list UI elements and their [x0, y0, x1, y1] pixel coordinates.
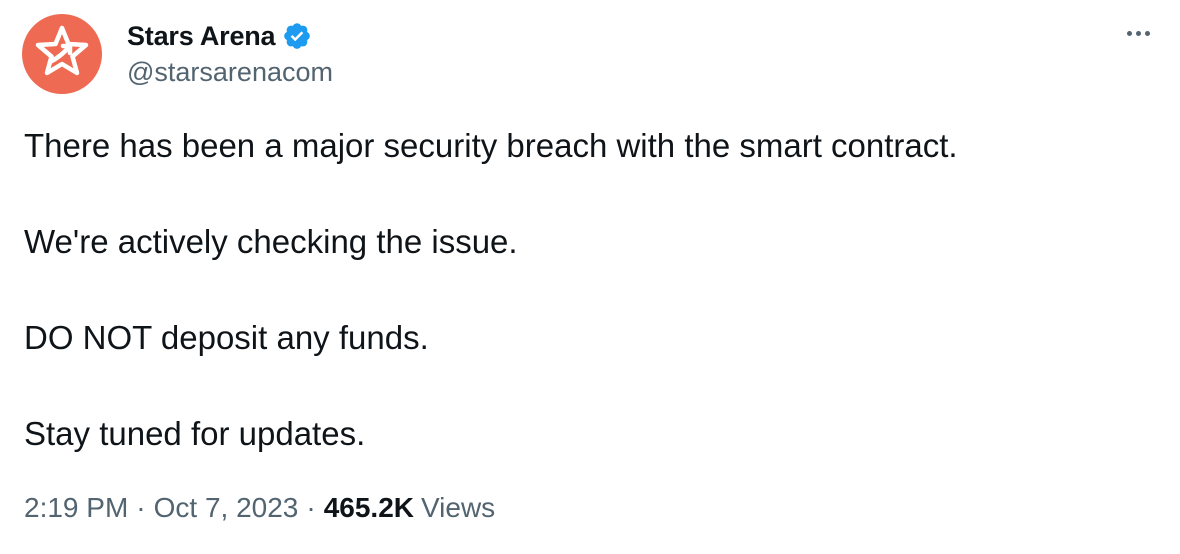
tweet-paragraph: DO NOT deposit any funds. [24, 319, 429, 356]
author-display-name[interactable]: Stars Arena [127, 21, 276, 52]
author-name-row: Stars Arena [127, 16, 312, 56]
tweet-date[interactable]: Oct 7, 2023 [154, 492, 299, 524]
tweet-time[interactable]: 2:19 PM [24, 492, 128, 524]
verified-badge-icon[interactable] [282, 21, 312, 51]
tweet-paragraph: There has been a major security breach w… [24, 127, 958, 164]
avatar[interactable] [22, 14, 102, 94]
author-handle[interactable]: @starsarenacom [127, 57, 333, 88]
tweet-paragraph: We're actively checking the issue. [24, 223, 518, 260]
tweet-card: Stars Arena @starsarenacom There has bee… [0, 0, 1180, 554]
meta-separator: · [306, 492, 316, 523]
more-options-icon [1126, 30, 1132, 36]
more-options-icon [1135, 30, 1141, 36]
tweet-body: There has been a major security breach w… [24, 126, 1144, 454]
views-label: Views [421, 492, 496, 523]
star-logo-icon [35, 25, 89, 76]
more-options-button[interactable] [1118, 18, 1158, 48]
tweet-metadata: 2:19 PM · Oct 7, 2023 · 465.2K Views [24, 492, 495, 524]
tweet-paragraph: Stay tuned for updates. [24, 415, 366, 452]
views-count: 465.2K [323, 492, 414, 523]
meta-separator: · [136, 492, 146, 523]
more-options-icon [1144, 30, 1150, 36]
